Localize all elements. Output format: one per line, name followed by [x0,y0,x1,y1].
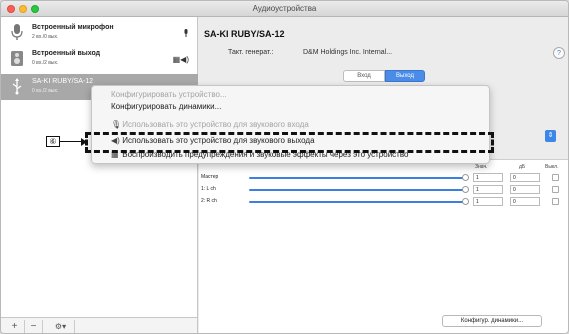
column-db-header: дБ [519,164,526,170]
volume-db-field[interactable]: 0 [510,185,540,194]
device-name: SA-KI RUBY/SA-12 [32,78,94,85]
column-mute-header: Выкл. [545,164,559,170]
annotation-arrow-head-icon [81,138,87,146]
channel-label: 2: R ch [201,198,217,204]
help-button[interactable]: ? [553,47,565,59]
volume-db-field[interactable]: 0 [510,197,540,206]
mute-checkbox[interactable] [552,198,559,205]
input-device-icon [183,29,189,40]
channel-label: 1: L ch [201,186,216,192]
annotation-arrow-line [60,141,82,142]
window-title: Аудиоустройства [252,4,317,13]
device-item-builtin-output[interactable]: Встроенный выход 0 вх./2 вых. ▦◀) [1,46,198,72]
device-title: SA-KI RUBY/SA-12 [204,29,285,39]
volume-value-field[interactable]: 1 [473,197,503,206]
volume-slider[interactable] [249,177,464,179]
clock-source-select[interactable]: D&M Holdings Inc. Internal... [303,49,392,56]
menu-item-label: Конфигурировать динамики... [111,102,222,111]
device-channels: 0 вх./2 вых. [32,60,59,66]
add-device-button[interactable]: + [5,320,25,333]
output-device-icons: ▦◀) [172,55,189,64]
mute-checkbox[interactable] [552,186,559,193]
volume-row-master: Мастер 1 0 [199,173,568,183]
clock-source-label: Такт. генерат.: [228,49,274,56]
menu-item-label: Конфигурировать устройство... [111,90,227,99]
device-item-builtin-microphone[interactable]: Встроенный микрофон 2 вх./0 вых. [1,20,198,46]
remove-device-button[interactable]: − [25,320,43,333]
configure-speakers-button[interactable]: Конфигур. динамики... [442,315,542,327]
sidebar-toolbar: + − ⚙▾ [1,317,198,333]
column-value-header: Знач. [475,164,488,170]
audio-devices-window: Аудиоустройства Встроенный микрофон 2 вх… [0,0,569,334]
format-select-arrow-icon[interactable]: ⇕ [545,130,556,142]
volume-db-field[interactable]: 0 [510,173,540,182]
volume-slider-knob[interactable] [462,186,469,193]
volume-row-left: 1: L ch 1 0 [199,185,568,195]
device-detail-pane: SA-KI RUBY/SA-12 Такт. генерат.: D&M Hol… [199,17,568,333]
menu-item-configure-speakers[interactable]: Конфигурировать динамики... [111,102,221,111]
volume-panel: Знач. дБ Выкл. Мастер 1 0 1: L ch 1 0 2:… [199,159,568,333]
channel-label: Мастер [201,174,219,180]
device-name: Встроенный микрофон [32,24,114,31]
annotation-callout-number: ⑥ [46,136,60,147]
tab-output[interactable]: Выход [385,70,425,82]
menu-item-use-for-input[interactable]: 🎙 Использовать это устройство для звуков… [111,120,309,129]
gear-menu-button[interactable]: ⚙▾ [47,320,75,333]
device-channels: 2 вх./0 вых. [32,34,59,40]
volume-value-field[interactable]: 1 [473,173,503,182]
tab-input[interactable]: Вход [343,70,385,82]
usb-icon [12,78,22,95]
volume-row-right: 2: R ch 1 0 [199,197,568,207]
device-list-sidebar: Встроенный микрофон 2 вх./0 вых. Встроен… [1,17,198,317]
annotation-highlight-box [85,132,494,153]
speaker-icon [11,51,23,66]
volume-slider-knob[interactable] [462,198,469,205]
volume-slider-knob[interactable] [462,174,469,181]
menu-item-configure-device[interactable]: Конфигурировать устройство... [111,90,227,99]
volume-slider[interactable] [249,201,464,203]
device-channels: 0 вх./2 вых. [32,88,59,94]
title-bar: Аудиоустройства [1,1,568,17]
volume-slider[interactable] [249,189,464,191]
microphone-icon: 🎙 [111,120,122,129]
mute-checkbox[interactable] [552,174,559,181]
device-name: Встроенный выход [32,50,101,57]
microphone-icon [11,24,23,40]
volume-value-field[interactable]: 1 [473,185,503,194]
menu-item-label: Использовать это устройство для звуковог… [122,120,309,129]
